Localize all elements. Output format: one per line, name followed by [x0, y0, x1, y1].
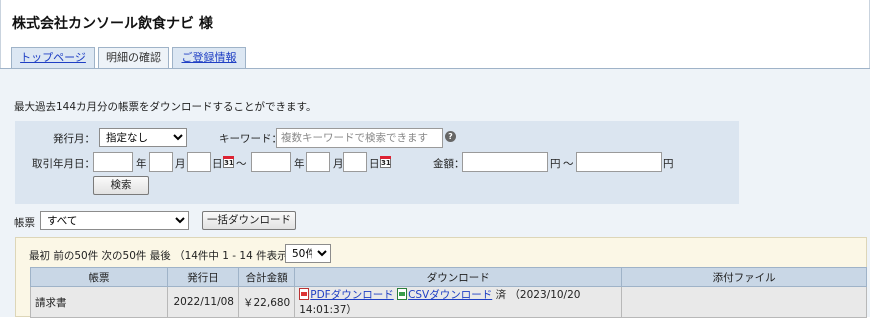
tab-statement[interactable]: 明細の確認 — [98, 47, 169, 70]
calendar-from-icon[interactable]: 31 — [223, 156, 234, 168]
yen-unit: 円 — [663, 158, 674, 170]
amount-to-input[interactable] — [576, 152, 662, 172]
date-range-label: 取引年月日： — [32, 158, 95, 170]
results-panel: 最初 前の50件 次の50件 最後 （14件中 1 - 14 件表示） 50件 … — [15, 237, 867, 318]
date-range-tilde: ～ — [236, 158, 247, 170]
help-icon[interactable]: ? — [445, 131, 456, 142]
yen-unit: 円 — [550, 158, 561, 170]
day-unit: 日 — [212, 158, 223, 170]
month-unit: 月 — [175, 158, 186, 170]
date-from-year-input[interactable] — [93, 152, 133, 172]
table-row: 請求書 2022/11/08 ￥22,680 PDFダウンロード CSVダウンロ… — [30, 286, 867, 318]
date-to-day-input[interactable] — [343, 152, 367, 172]
month-unit: 月 — [333, 158, 344, 170]
issue-month-label: 発行月： — [53, 133, 95, 145]
csv-download-link[interactable]: CSVダウンロード — [408, 289, 492, 301]
date-to-year-input[interactable] — [251, 152, 291, 172]
tab-registration-info[interactable]: ご登録情報 — [172, 47, 246, 69]
amount-label: 金額： — [433, 158, 465, 170]
cell-issue-date: 2022/11/08 — [167, 286, 239, 318]
date-to-month-input[interactable] — [306, 152, 330, 172]
bulk-download-button[interactable]: 一括ダウンロード — [202, 211, 296, 230]
issue-month-select[interactable]: 指定なし — [99, 128, 187, 147]
notice-text: 最大過去144カ月分の帳票をダウンロードすることができます。 — [14, 101, 317, 113]
keyword-input[interactable] — [276, 128, 443, 148]
column-header: 添付ファイル — [621, 267, 867, 287]
tab-top-page[interactable]: トップページ — [11, 47, 95, 69]
doctype-select[interactable]: すべて — [40, 211, 189, 230]
page-title: 株式会社カンソール飲食ナビ 様 — [12, 16, 213, 32]
doctype-label: 帳票 — [14, 217, 35, 229]
column-header: ダウンロード — [294, 267, 623, 287]
per-page-select[interactable]: 50件 — [285, 244, 331, 263]
results-table: 帳票 発行日 合計金額 ダウンロード 添付ファイル 請求書 2022/11/08… — [30, 267, 867, 318]
date-from-month-input[interactable] — [149, 152, 173, 172]
day-unit: 日 — [369, 158, 380, 170]
search-panel: 発行月： 指定なし キーワード： ? 取引年月日： 年 月 日 31 ～ 年 月… — [15, 121, 739, 204]
amount-from-input[interactable] — [462, 152, 548, 172]
table-header-row: 帳票 発行日 合計金額 ダウンロード 添付ファイル — [30, 267, 867, 287]
date-from-day-input[interactable] — [187, 152, 211, 172]
search-button[interactable]: 検索 — [93, 176, 149, 195]
pdf-icon — [299, 288, 310, 300]
keyword-label: キーワード： — [219, 133, 282, 145]
cell-download: PDFダウンロード CSVダウンロード 済 （2023/10/20 14:01:… — [294, 286, 623, 318]
cell-total-amount: ￥22,680 — [237, 286, 296, 318]
calendar-to-icon[interactable]: 31 — [380, 156, 391, 168]
pager-text[interactable]: 最初 前の50件 次の50件 最後 （14件中 1 - 14 件表示） — [29, 250, 298, 262]
csv-icon — [397, 288, 408, 300]
column-header: 合計金額 — [237, 267, 296, 287]
year-unit: 年 — [294, 158, 305, 170]
pager: 最初 前の50件 次の50件 最後 （14件中 1 - 14 件表示） — [29, 248, 298, 263]
pdf-download-link[interactable]: PDFダウンロード — [310, 289, 393, 301]
cell-doctype: 請求書 — [30, 286, 168, 318]
cell-attachment — [621, 286, 867, 318]
year-unit: 年 — [136, 158, 147, 170]
amount-range-tilde: ～ — [563, 158, 574, 170]
column-header: 発行日 — [167, 267, 239, 287]
column-header: 帳票 — [30, 267, 168, 287]
